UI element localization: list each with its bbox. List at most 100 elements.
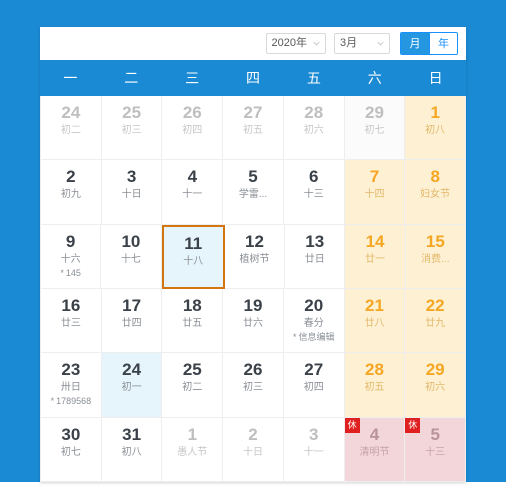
day-cell-11[interactable]: 11 十八 (161, 224, 225, 289)
day-note: * 1789568 (51, 395, 92, 408)
day-number: 29 (364, 103, 384, 122)
day-note-text: 信息编辑 (298, 331, 335, 342)
day-number: 25 (182, 360, 202, 380)
day-lunar-label: 十日 (121, 189, 142, 201)
month-select-value: 3月 (340, 36, 358, 49)
day-cell-6[interactable]: 6 十三 (283, 160, 345, 225)
day-cell-16[interactable]: 16 廿三 (41, 288, 102, 354)
day-cell-1[interactable]: 1 初八 (405, 96, 467, 161)
day-lunar-label: 廿日 (304, 253, 325, 265)
day-lunar-label: 清明节 (359, 446, 390, 458)
day-lunar-label: 初六 (303, 125, 324, 136)
day-cell-26[interactable]: 26 初四 (162, 96, 224, 161)
day-cell-26[interactable]: 26 初三 (223, 353, 284, 418)
calendar-week-row: 9 十六 * 145 10 十七 11 十八 12 植树节 13 廿日 14 廿一 15 消费... (41, 224, 466, 289)
day-cell-30[interactable]: 30 初七 (41, 417, 102, 482)
day-cell-21[interactable]: 21 廿八 (344, 288, 406, 354)
day-lunar-label: 廿六 (243, 317, 264, 329)
day-lunar-label: 初三 (243, 382, 264, 394)
day-cell-23[interactable]: 23 卅日 * 1789568 (41, 353, 102, 418)
day-cell-15[interactable]: 15 消费... (405, 224, 466, 289)
day-cell-5[interactable]: 休 5 十三 (405, 417, 467, 482)
day-cell-12[interactable]: 12 植树节 (224, 224, 286, 289)
day-lunar-label: 初四 (303, 382, 324, 394)
day-cell-28[interactable]: 28 初五 (344, 353, 406, 418)
day-note: * 145 (60, 267, 81, 280)
day-lunar-label: 十七 (120, 253, 141, 265)
calendar-toolbar: 2020年 3月 月 年 (40, 27, 466, 60)
day-cell-25[interactable]: 25 初三 (101, 96, 163, 161)
day-cell-4[interactable]: 休 4 清明节 (344, 417, 406, 482)
day-number: 9 (65, 231, 76, 251)
day-cell-28[interactable]: 28 初六 (283, 96, 345, 161)
day-lunar-label: 初八 (425, 125, 446, 136)
day-number: 12 (245, 231, 264, 251)
day-cell-2[interactable]: 2 初九 (41, 160, 102, 225)
day-number: 24 (61, 103, 81, 122)
rest-day-badge: 休 (344, 417, 360, 433)
day-number: 4 (187, 167, 198, 187)
day-number: 17 (122, 295, 142, 315)
day-cell-4[interactable]: 4 十一 (162, 160, 224, 225)
day-cell-3[interactable]: 3 十一 (283, 417, 345, 482)
day-number: 11 (184, 233, 203, 253)
day-number: 19 (243, 295, 263, 315)
day-lunar-label: 初五 (364, 382, 385, 394)
weekday-header: 一二三四五六日 (40, 60, 466, 96)
day-lunar-label: 廿三 (60, 317, 81, 329)
day-number: 10 (121, 231, 141, 251)
view-toggle-year[interactable]: 年 (429, 32, 457, 54)
day-lunar-label: 十六 (60, 253, 81, 265)
day-cell-24[interactable]: 24 初二 (41, 96, 102, 161)
day-number: 15 (425, 231, 445, 251)
day-cell-5[interactable]: 5 学雷... (223, 160, 284, 225)
day-cell-27[interactable]: 27 初五 (223, 96, 284, 161)
day-cell-24[interactable]: 24 初一 (101, 353, 163, 418)
weekday-header-cell-6: 日 (428, 70, 443, 86)
day-lunar-label: 初七 (364, 125, 385, 136)
day-cell-8[interactable]: 8 妇女节 (405, 160, 467, 225)
day-cell-18[interactable]: 18 廿五 (162, 288, 224, 354)
calendar-week-row: 2 初九 3 十日 4 十一 5 学雷... 6 十三 7 十四 8 妇女节 (41, 160, 467, 225)
day-number: 30 (61, 424, 81, 444)
day-cell-9[interactable]: 9 十六 * 145 (41, 224, 102, 289)
day-number: 18 (182, 295, 202, 315)
year-select[interactable]: 2020年 (265, 32, 326, 54)
day-cell-17[interactable]: 17 廿四 (101, 288, 163, 354)
day-number: 3 (126, 167, 137, 187)
day-lunar-label: 十三 (303, 189, 324, 201)
day-lunar-label: 春分 (303, 317, 324, 329)
month-select[interactable]: 3月 (334, 32, 390, 54)
calendar-week-row: 30 初七 31 初八 1 愚人节 2 十日 3 十一 休 4 清明节休 5 十三 (41, 417, 467, 482)
day-cell-27[interactable]: 27 初四 (283, 353, 345, 418)
day-cell-13[interactable]: 13 廿日 (285, 224, 346, 289)
day-cell-25[interactable]: 25 初二 (162, 353, 224, 418)
day-lunar-label: 初三 (121, 125, 142, 136)
weekday-header-cell-4: 五 (306, 70, 321, 86)
day-lunar-label: 消费... (421, 253, 450, 265)
day-cell-14[interactable]: 14 廿一 (345, 224, 406, 289)
day-cell-1[interactable]: 1 愚人节 (162, 417, 224, 482)
day-cell-29[interactable]: 29 初六 (405, 353, 467, 418)
day-cell-7[interactable]: 7 十四 (344, 160, 406, 225)
day-cell-19[interactable]: 19 廿六 (223, 288, 284, 354)
day-cell-22[interactable]: 22 廿九 (405, 288, 467, 354)
day-cell-20[interactable]: 20 春分 * 信息编辑 (283, 288, 345, 354)
day-cell-3[interactable]: 3 十日 (101, 160, 163, 225)
weekday-header-cell-3: 四 (246, 70, 260, 86)
day-cell-29[interactable]: 29 初七 (344, 96, 406, 161)
day-lunar-label: 十一 (303, 446, 324, 458)
note-bullet-icon: * (50, 396, 55, 407)
chevron-down-icon (377, 40, 384, 47)
day-number: 27 (243, 103, 263, 122)
day-number: 8 (430, 167, 440, 187)
day-cell-2[interactable]: 2 十日 (223, 417, 284, 482)
view-toggle-month[interactable]: 月 (401, 32, 429, 54)
day-cell-31[interactable]: 31 初八 (101, 417, 163, 482)
day-cell-10[interactable]: 10 十七 (101, 224, 162, 289)
weekday-header-cell-2: 三 (185, 70, 200, 86)
calendar-week-row: 16 廿三 17 廿四 18 廿五 19 廿六 20 春分 * 信息编辑 21 廿八 22 廿九 (41, 288, 467, 354)
day-number: 16 (61, 295, 81, 315)
day-number: 31 (122, 424, 142, 444)
day-number: 3 (309, 424, 319, 444)
